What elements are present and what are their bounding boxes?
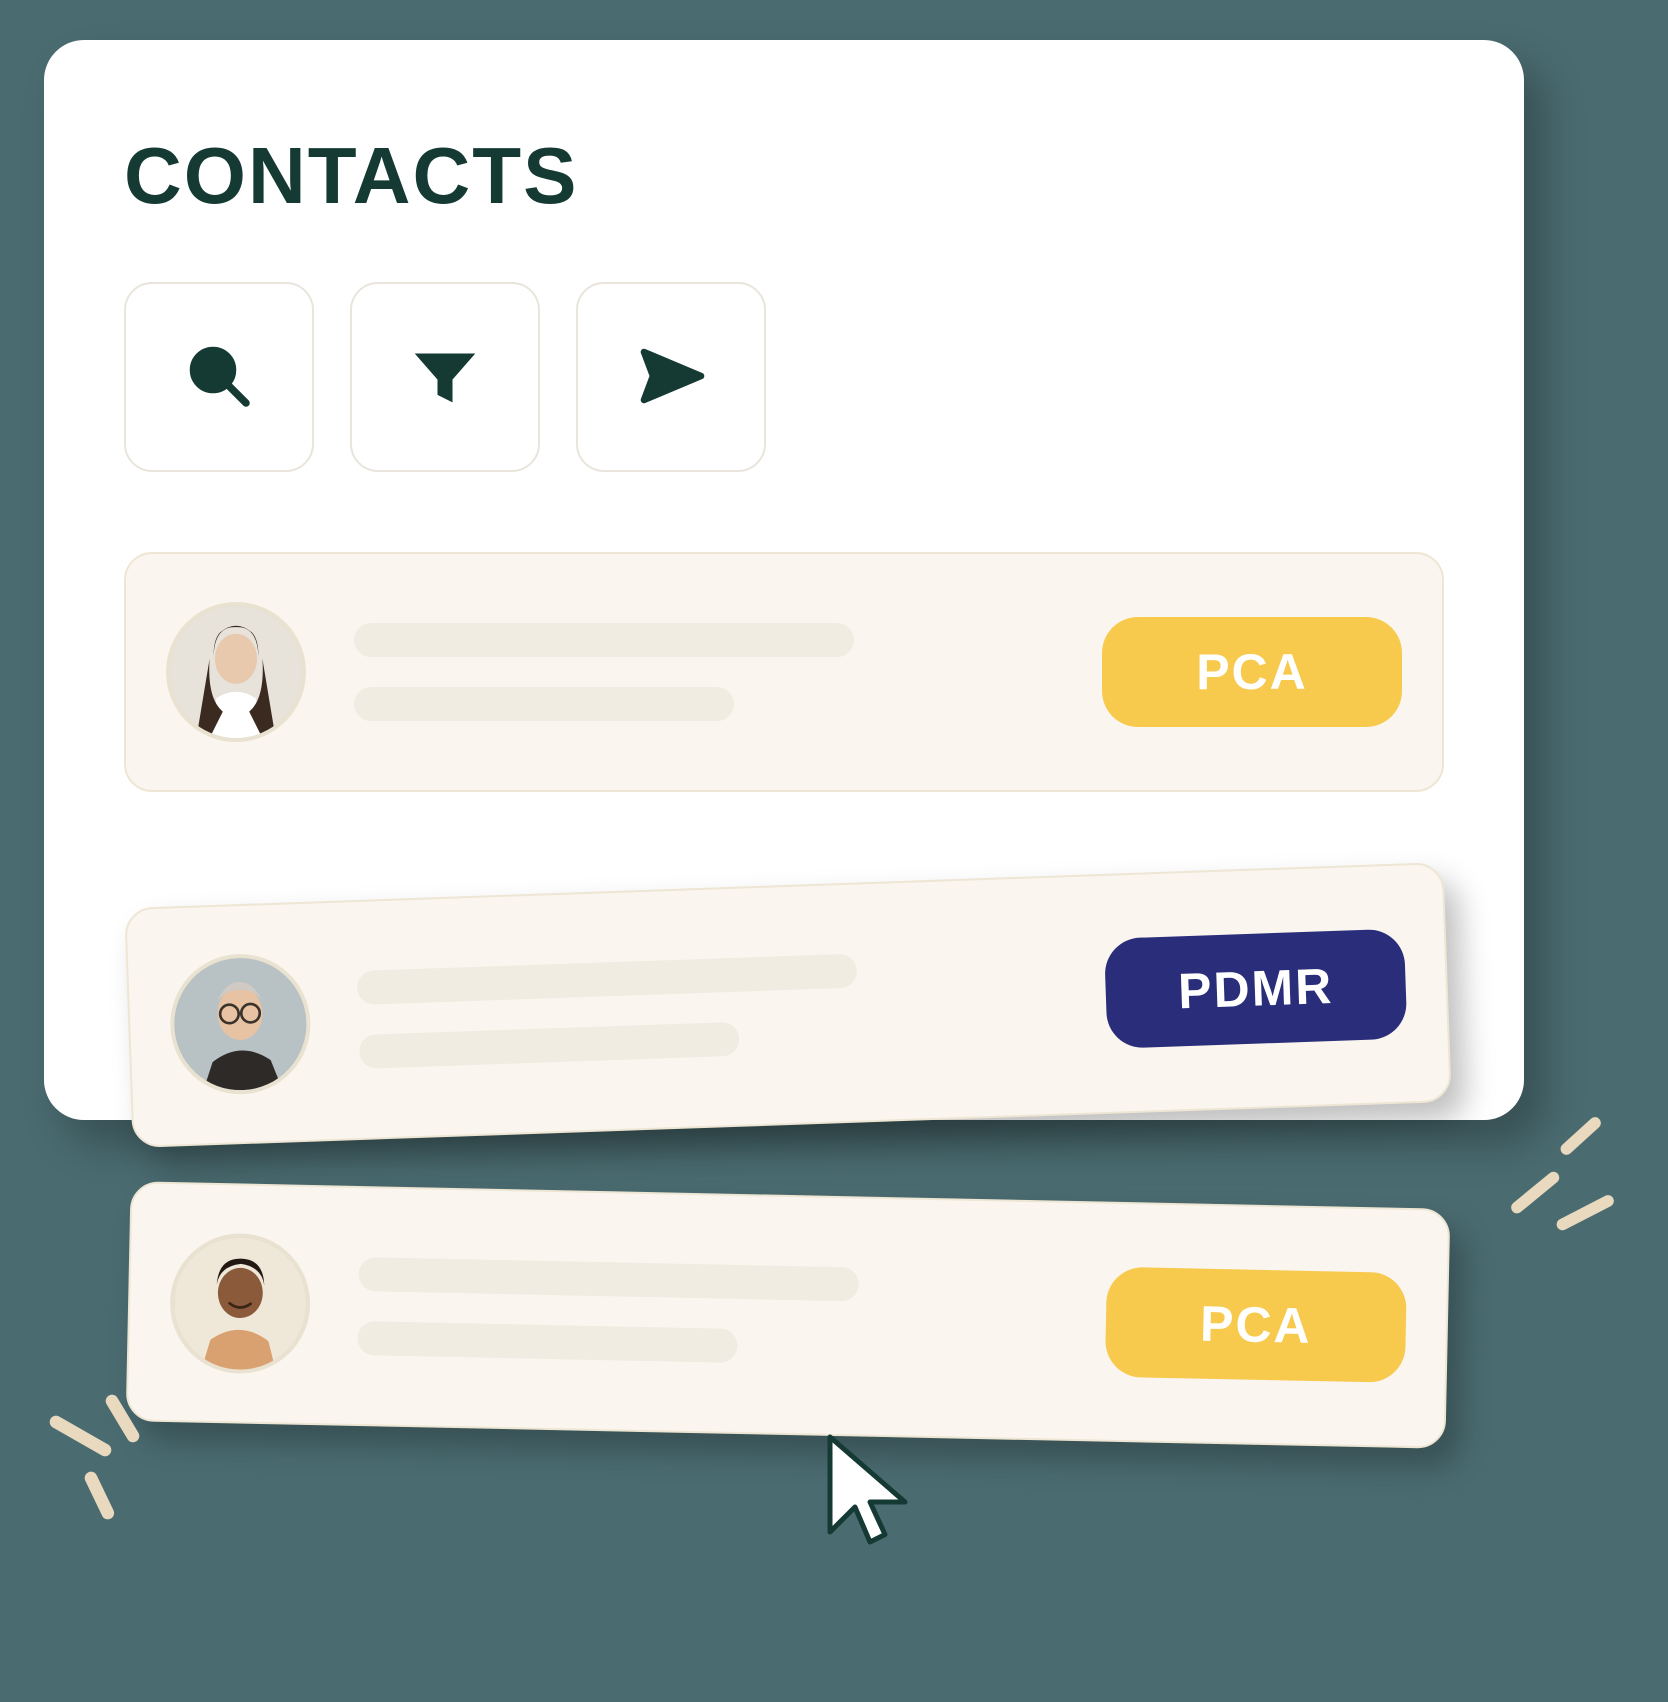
contact-text-placeholder [357, 1257, 1059, 1370]
search-button[interactable] [124, 282, 314, 472]
placeholder-line [359, 1022, 740, 1069]
toolbar [124, 282, 1444, 472]
role-badge-pca: PCA [1105, 1267, 1407, 1383]
cursor-icon [820, 1432, 920, 1552]
placeholder-line [358, 1257, 859, 1301]
accent-lines-icon [1486, 1110, 1626, 1240]
placeholder-line [354, 687, 734, 721]
page-title: CONTACTS [124, 130, 1444, 222]
contact-text-placeholder [354, 623, 1054, 721]
contact-row[interactable]: PCA [124, 552, 1444, 792]
filter-icon [409, 340, 481, 415]
search-icon [183, 340, 255, 415]
avatar [166, 602, 306, 742]
placeholder-line [354, 623, 854, 657]
placeholder-line [357, 1321, 738, 1363]
contact-row[interactable]: PDMR [124, 862, 1452, 1148]
avatar [168, 952, 313, 1097]
role-badge-pdmr: PDMR [1104, 928, 1408, 1048]
send-button[interactable] [576, 282, 766, 472]
send-icon [635, 340, 707, 415]
filter-button[interactable] [350, 282, 540, 472]
placeholder-line [357, 954, 858, 1005]
role-badge-pca: PCA [1102, 617, 1402, 727]
accent-lines-icon [30, 1380, 180, 1520]
contact-text-placeholder [357, 947, 1060, 1069]
avatar [169, 1232, 312, 1375]
contact-row[interactable]: PCA [126, 1181, 1451, 1449]
